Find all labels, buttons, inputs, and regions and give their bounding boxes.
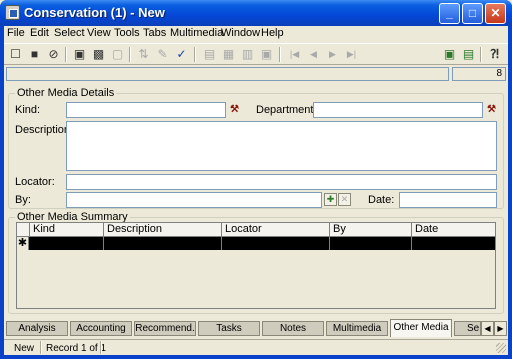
column-header-locator[interactable]: Locator xyxy=(221,223,329,237)
new-row-marker-icon: ✱ xyxy=(17,237,29,250)
cancel-icon[interactable]: ⊘ xyxy=(45,46,62,63)
prev-record-icon[interactable]: ◀ xyxy=(305,46,322,63)
tab-other-media[interactable]: Other Media xyxy=(390,319,452,337)
client-area: File Edit Select View Tools Tabs Multime… xyxy=(4,26,508,355)
first-record-icon[interactable]: |◀ xyxy=(286,46,303,63)
by-label: By: xyxy=(15,194,31,206)
grid-cell-divider xyxy=(411,237,412,250)
description-field[interactable] xyxy=(66,121,497,171)
menu-view[interactable]: View xyxy=(87,27,111,39)
column-header-date[interactable]: Date xyxy=(411,223,495,237)
tab-tasks[interactable]: Tasks xyxy=(198,321,260,336)
status-bar: New Record 1 of 1 xyxy=(4,339,508,355)
menu-bar: File Edit Select View Tools Tabs Multime… xyxy=(4,26,508,42)
grid-cell-divider xyxy=(221,237,222,250)
department-lookup-icon[interactable]: ⚒ xyxy=(485,104,498,117)
report-1-icon[interactable]: ▣ xyxy=(441,46,458,63)
save-icon[interactable]: ■ xyxy=(26,46,43,63)
locator-field[interactable] xyxy=(66,174,497,190)
title-bar[interactable]: Conservation (1) - New _ □ ✕ xyxy=(0,0,512,26)
grid-cell-divider xyxy=(329,237,330,250)
tab-notes[interactable]: Notes xyxy=(262,321,324,336)
menu-multimedia[interactable]: Multimedia xyxy=(170,27,223,39)
application-window: Conservation (1) - New _ □ ✕ File Edit S… xyxy=(0,0,512,359)
description-label: Description: xyxy=(15,124,74,136)
column-header-description[interactable]: Description xyxy=(103,223,221,237)
status-separator xyxy=(100,341,102,354)
new-record-icon[interactable]: ☐ xyxy=(7,46,24,63)
close-button[interactable]: ✕ xyxy=(485,3,506,24)
message-strip xyxy=(6,67,449,81)
toolbar: ☐ ■ ⊘ ▣ ▩ ▢ ⇅ ✎ ✓ ▤ ▦ ▥ ▣ |◀ ◀ ▶ ▶| ▣ ▤ … xyxy=(4,43,508,65)
date-label: Date: xyxy=(368,194,395,206)
view-3-icon[interactable]: ▥ xyxy=(239,46,256,63)
summary-grid[interactable]: Kind Description Locator By Date ✱ xyxy=(16,222,496,309)
view-1-icon[interactable]: ▤ xyxy=(201,46,218,63)
tab-scroll-left-icon[interactable]: ◀ xyxy=(481,321,494,336)
minimize-button[interactable]: _ xyxy=(439,3,460,24)
clear-person-icon[interactable]: ✕ xyxy=(338,193,351,206)
copy-record-icon[interactable]: ▢ xyxy=(109,46,126,63)
kind-label: Kind: xyxy=(15,104,41,116)
maximize-button[interactable]: □ xyxy=(462,3,483,24)
view-2-icon[interactable]: ▦ xyxy=(220,46,237,63)
view-4-icon[interactable]: ▣ xyxy=(258,46,275,63)
status-record: Record 1 of 1 xyxy=(46,343,107,354)
next-record-icon[interactable]: ▶ xyxy=(324,46,341,63)
window-title: Conservation (1) - New xyxy=(24,5,165,20)
table-row[interactable]: ✱ xyxy=(17,237,495,250)
edit-field-icon[interactable]: ✎ xyxy=(154,46,171,63)
tab-strip: Analysis Accounting Recommend. Tasks Not… xyxy=(4,319,508,337)
status-mode: New xyxy=(14,343,35,354)
app-icon[interactable] xyxy=(5,5,20,20)
menu-select[interactable]: Select xyxy=(54,27,85,39)
menu-file[interactable]: File xyxy=(7,27,25,39)
sort-icon[interactable]: ⇅ xyxy=(135,46,152,63)
group-legend: Other Media Details xyxy=(15,87,117,99)
spell-check-icon[interactable]: ✓ xyxy=(173,46,190,63)
last-record-icon[interactable]: ▶| xyxy=(343,46,360,63)
toolbar-separator xyxy=(279,47,281,62)
remove-from-list-icon[interactable]: ▩ xyxy=(90,46,107,63)
toolbar-separator xyxy=(129,47,131,62)
toolbar-separator xyxy=(480,47,482,62)
date-field[interactable] xyxy=(399,192,497,208)
toolbar-separator xyxy=(65,47,67,62)
resize-grip-icon[interactable] xyxy=(496,343,506,353)
tab-accounting[interactable]: Accounting xyxy=(70,321,132,336)
toolbar-separator xyxy=(194,47,196,62)
menu-window[interactable]: Window xyxy=(221,27,260,39)
kind-lookup-icon[interactable]: ⚒ xyxy=(228,104,241,117)
status-separator xyxy=(40,341,42,354)
record-count: 8 xyxy=(452,67,506,81)
menu-help[interactable]: Help xyxy=(261,27,284,39)
department-field[interactable] xyxy=(313,102,483,118)
department-label: Department: xyxy=(256,104,317,116)
tab-scroll-right-icon[interactable]: ▶ xyxy=(494,321,507,336)
add-person-icon[interactable]: ✚ xyxy=(324,193,337,206)
report-2-icon[interactable]: ▤ xyxy=(460,46,477,63)
menu-edit[interactable]: Edit xyxy=(30,27,49,39)
add-to-list-icon[interactable]: ▣ xyxy=(71,46,88,63)
by-field[interactable] xyxy=(66,192,322,208)
menu-tools[interactable]: Tools xyxy=(114,27,140,39)
menu-tabs[interactable]: Tabs xyxy=(143,27,166,39)
locator-label: Locator: xyxy=(15,176,55,188)
tab-multimedia[interactable]: Multimedia xyxy=(326,321,388,336)
kind-field[interactable] xyxy=(66,102,226,118)
grid-header: Kind Description Locator By Date xyxy=(17,223,495,237)
grid-cell-divider xyxy=(103,237,104,250)
tab-analysis[interactable]: Analysis xyxy=(6,321,68,336)
tab-partial[interactable]: Se xyxy=(454,321,481,336)
other-media-details-group: Other Media Details Kind: ⚒ Department: … xyxy=(8,87,504,209)
column-header-by[interactable]: By xyxy=(329,223,411,237)
tab-recommend[interactable]: Recommend. xyxy=(134,321,196,336)
context-help-icon[interactable]: ⁈ xyxy=(486,46,503,63)
